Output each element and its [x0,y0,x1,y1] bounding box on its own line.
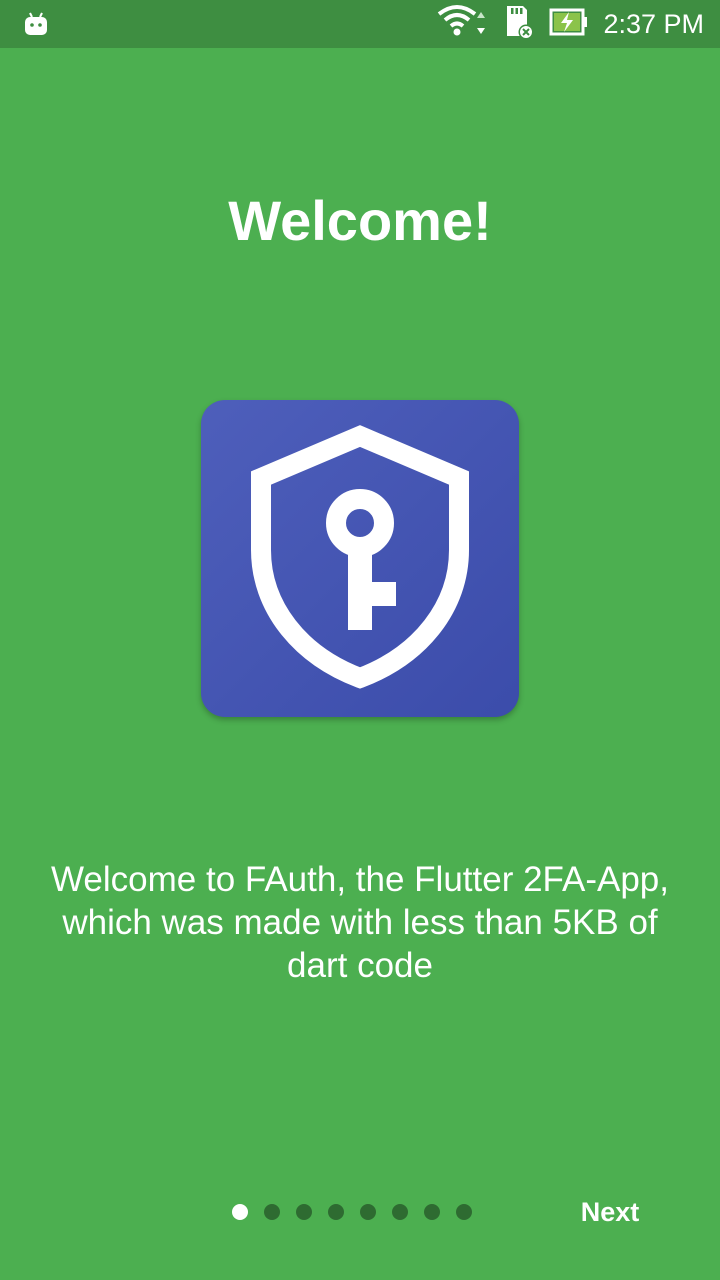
page-dot-1 [232,1204,248,1220]
wifi-icon [437,4,487,45]
page-dot-7 [424,1204,440,1220]
status-icons: 2:37 PM [437,0,704,48]
welcome-description: Welcome to FAuth, the Flutter 2FA-App, w… [51,860,669,985]
battery-charging-icon [549,7,589,42]
page-dot-8 [456,1204,472,1220]
app-logo [201,400,519,717]
page-dot-5 [360,1204,376,1220]
page-dot-6 [392,1204,408,1220]
sd-card-icon [501,4,535,45]
page-indicator [232,1196,488,1228]
page-dot-4 [328,1204,344,1220]
shield-key-icon [251,425,469,689]
page-dot-2 [264,1204,280,1220]
next-button[interactable]: Next [560,1186,660,1238]
welcome-title: Welcome! [228,189,492,252]
android-icon [22,10,50,38]
status-bar: 2:37 PM [0,0,720,48]
clock-time: 2:37 PM [603,8,704,39]
page-dot-3 [296,1204,312,1220]
